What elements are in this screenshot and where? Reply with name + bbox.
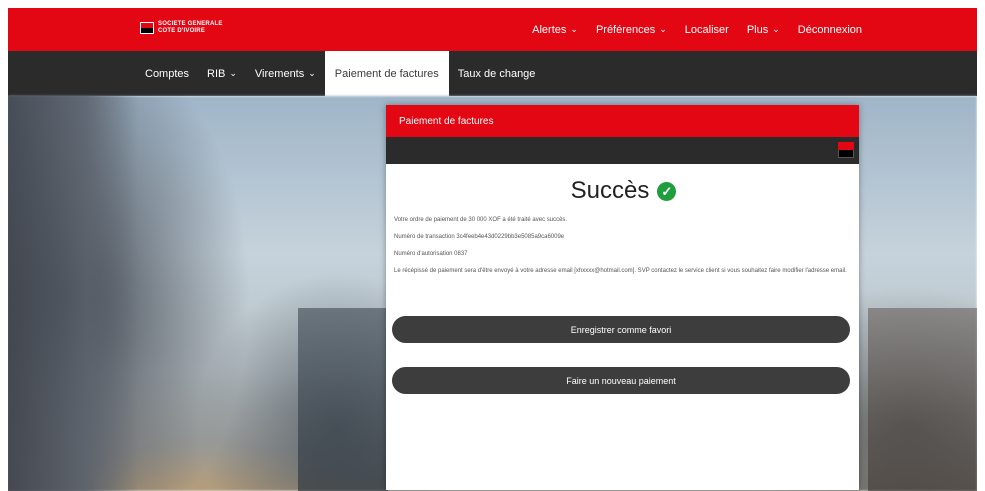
brand-name-line2: COTE D'IVOIRE [158,28,206,34]
topnav-localiser[interactable]: Localiser [685,24,729,36]
dialog-header: Paiement de factures [386,105,859,137]
topnav-deconnexion[interactable]: Déconnexion [798,24,862,36]
authorization-number-text: Numéro d'autorisation 0837 [394,251,468,257]
chevron-down-icon: ⌄ [570,24,578,34]
topnav-plus[interactable]: Plus ⌄ [747,24,780,36]
tab-rib[interactable]: RIB ⌄ [198,51,246,96]
background-building [868,308,977,491]
chevron-down-icon: ⌄ [308,68,316,78]
topnav-preferences-label: Préférences [595,23,656,36]
background-building [8,96,138,491]
tab-taux-label: Taux de change [457,67,536,80]
check-circle-icon: ✓ [657,181,677,201]
top-bar: SOCIETE GENERALE COTE D'IVOIRE Alertes ⌄… [8,8,977,51]
top-nav: Alertes ⌄ Préférences ⌄ Localiser Plus ⌄… [532,8,862,51]
tab-comptes[interactable]: Comptes [136,51,198,96]
app-frame: SOCIETE GENERALE COTE D'IVOIRE Alertes ⌄… [8,8,977,491]
chevron-down-icon: ⌄ [772,24,780,34]
main-nav-bar: Comptes RIB ⌄ Virements ⌄ Paiement de fa… [8,51,977,96]
topnav-preferences[interactable]: Préférences ⌄ [596,24,667,36]
main-tabs: Comptes RIB ⌄ Virements ⌄ Paiement de fa… [136,51,544,96]
brand-logo-icon [140,22,154,34]
tab-rib-label: RIB [207,67,226,80]
topnav-alertes-label: Alertes [532,23,567,36]
dialog-title: Paiement de factures [399,115,494,127]
topnav-localiser-label: Localiser [684,23,729,36]
tab-paiement-label: Paiement de factures [334,67,439,80]
tab-virements[interactable]: Virements ⌄ [246,51,325,96]
success-title: Succès [570,177,650,204]
brand-flag-icon [838,142,854,158]
save-as-favorite-button[interactable]: Enregistrer comme favori [392,316,850,343]
chevron-down-icon: ⌄ [229,68,237,78]
tab-paiement-de-factures[interactable]: Paiement de factures [324,51,449,96]
dialog-body: Succès ✓ Votre ordre de paiement de 30 0… [386,164,859,275]
tab-virements-label: Virements [254,67,305,80]
background-building [298,308,388,491]
receipt-email-notice: Le récépissé de paiement sera d'être env… [394,268,847,274]
brand-name: SOCIETE GENERALE COTE D'IVOIRE [158,21,223,35]
brand-logo[interactable]: SOCIETE GENERALE COTE D'IVOIRE [140,21,223,35]
topnav-deconnexion-label: Déconnexion [797,23,862,36]
tab-comptes-label: Comptes [145,67,190,80]
brand-name-line1: SOCIETE GENERALE [158,21,223,27]
payment-success-dialog: Paiement de factures Succès ✓ Votre ordr… [386,105,859,490]
topnav-alertes[interactable]: Alertes ⌄ [532,24,578,36]
topnav-plus-label: Plus [746,23,769,36]
new-payment-button[interactable]: Faire un nouveau paiement [392,367,850,394]
payment-confirmation-text: Votre ordre de paiement de 30 000 XOF a … [394,217,568,223]
success-heading: Succès ✓ [394,176,853,206]
chevron-down-icon: ⌄ [659,24,667,34]
dialog-subheader [386,137,859,164]
transaction-number-text: Numéro de transaction 3c4feeb4e43d0229bb… [394,234,565,240]
tab-taux-de-change[interactable]: Taux de change [449,51,545,96]
